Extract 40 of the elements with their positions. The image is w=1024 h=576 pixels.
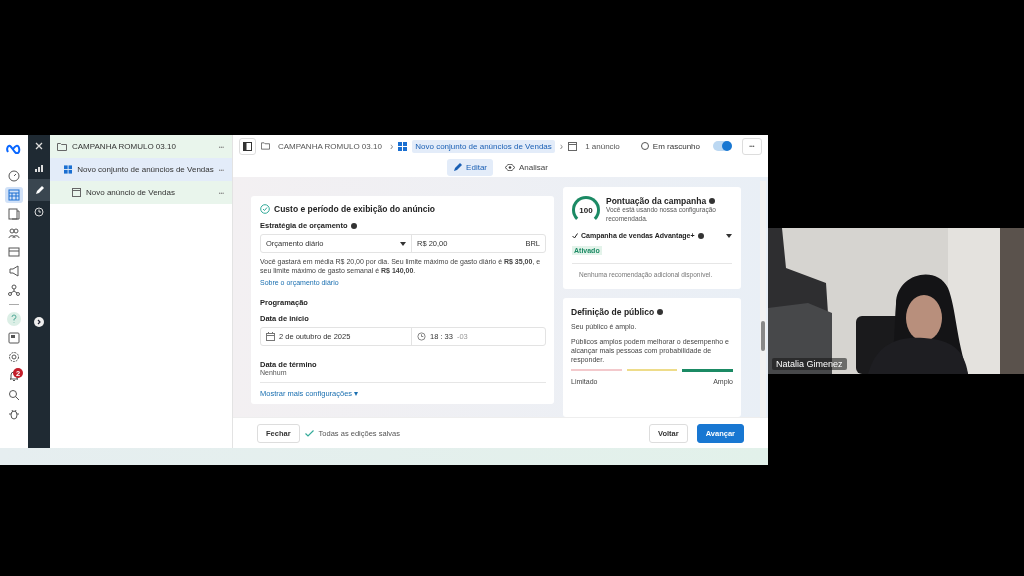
eye-icon	[505, 163, 515, 171]
info-icon	[657, 309, 664, 316]
folder-icon	[57, 142, 67, 151]
tab[interactable]: Analisar	[499, 158, 554, 176]
bell-icon	[8, 370, 20, 382]
pages-icon[interactable]	[5, 206, 23, 222]
ad-icon	[568, 141, 578, 151]
breadcrumb-item[interactable]: CAMPANHA ROMULO 03.10	[275, 139, 385, 153]
draft-status: Em rascunho	[640, 141, 700, 151]
check-icon	[572, 232, 578, 239]
folder-icon	[261, 142, 270, 150]
news-icon[interactable]	[5, 330, 23, 346]
toggle-switch[interactable]	[713, 141, 731, 151]
info-icon	[350, 222, 357, 229]
check-icon	[304, 429, 314, 437]
grid-icon	[64, 165, 73, 174]
chevron-icon: ›	[559, 140, 564, 152]
pencil-icon[interactable]	[28, 179, 50, 201]
caret-icon[interactable]	[726, 233, 732, 238]
ad-icon	[72, 188, 81, 197]
table-icon[interactable]	[5, 187, 23, 203]
breadcrumb-item[interactable]: Novo conjunto de anúncios de Vendas	[412, 139, 555, 153]
network-icon[interactable]	[5, 282, 23, 298]
panel-toggle-icon[interactable]	[239, 137, 256, 155]
breadcrumb-item[interactable]: 1 anúncio	[582, 139, 623, 153]
card-title: Definição de público	[571, 307, 655, 318]
gauge-icon[interactable]	[5, 168, 23, 184]
section-title: Custo e período de exibição do anúncio	[274, 204, 436, 214]
people-icon[interactable]	[5, 225, 23, 241]
tab[interactable]: Editar	[447, 158, 493, 176]
card-icon[interactable]	[5, 244, 23, 260]
info-icon	[709, 198, 716, 204]
participant-name: Natalia Gimenez	[772, 358, 847, 370]
pencil-icon	[453, 162, 463, 172]
expand-icon[interactable]	[34, 317, 44, 327]
check-circle-icon	[260, 204, 270, 214]
grid-icon	[398, 141, 408, 151]
info-icon	[697, 232, 704, 239]
card-title: Pontuação da campanha	[606, 196, 707, 206]
chevron-icon: ›	[389, 140, 394, 152]
